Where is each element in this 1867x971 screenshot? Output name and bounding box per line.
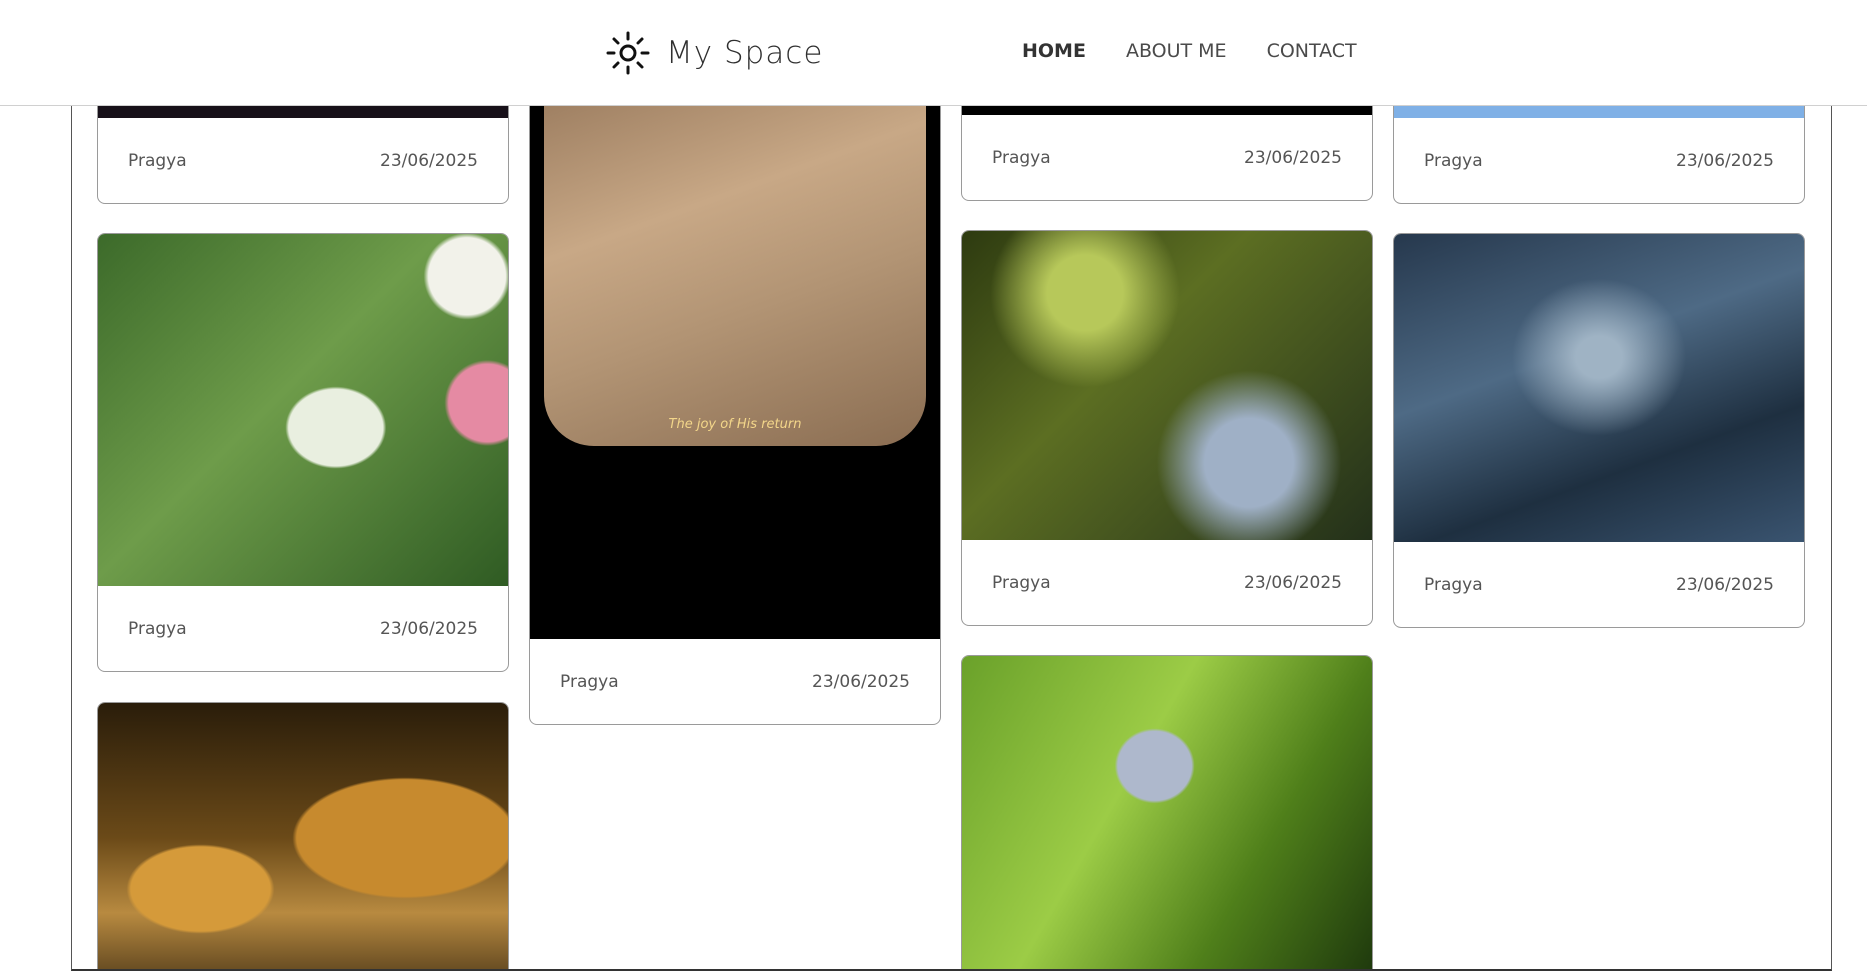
brand-link[interactable]: My Space: [605, 30, 823, 76]
card-meta: Pragya 23/06/2025: [962, 115, 1372, 200]
card-author: Pragya: [128, 618, 187, 639]
card-date: 23/06/2025: [380, 618, 478, 639]
card-author: Pragya: [992, 572, 1051, 593]
post-card[interactable]: [97, 702, 509, 969]
card-date: 23/06/2025: [812, 671, 910, 692]
post-card[interactable]: [961, 655, 1373, 969]
photo-caption: The joy of His return: [668, 417, 802, 432]
post-card[interactable]: Pragya 23/06/2025: [961, 105, 1373, 201]
card-date: 23/06/2025: [1244, 572, 1342, 593]
card-author: Pragya: [992, 147, 1051, 168]
post-card[interactable]: Pragya 23/06/2025: [1393, 233, 1805, 628]
nav-home[interactable]: HOME: [1022, 40, 1086, 62]
nav-about-me[interactable]: ABOUT ME: [1126, 40, 1227, 62]
card-meta: Pragya 23/06/2025: [962, 540, 1372, 625]
black-photo: [962, 105, 1372, 115]
card-meta: Pragya 23/06/2025: [98, 586, 508, 671]
card-author: Pragya: [128, 150, 187, 171]
gallery-grid: Pragya 23/06/2025 Pragya 23/06/2025 The …: [71, 105, 1832, 971]
brand-name: My Space: [666, 35, 824, 71]
card-meta: Pragya 23/06/2025: [1394, 542, 1804, 627]
card-author: Pragya: [1424, 574, 1483, 595]
butterfly-on-leaf-photo: [962, 656, 1372, 969]
post-card[interactable]: Pragya 23/06/2025: [961, 230, 1373, 626]
post-card[interactable]: Pragya 23/06/2025: [97, 233, 509, 672]
card-author: Pragya: [560, 671, 619, 692]
pastry-display-photo: [98, 703, 508, 969]
nav-contact[interactable]: CONTACT: [1267, 40, 1357, 62]
card-date: 23/06/2025: [1676, 150, 1774, 171]
card-meta: Pragya 23/06/2025: [530, 639, 940, 724]
dark-photo: [98, 105, 508, 118]
post-card[interactable]: The joy of His return Pragya 23/06/2025: [529, 105, 941, 725]
main-nav: HOME ABOUT ME CONTACT: [1022, 40, 1397, 62]
card-date: 23/06/2025: [1244, 147, 1342, 168]
joy-of-his-return-photo: The joy of His return: [530, 105, 940, 639]
card-date: 23/06/2025: [380, 150, 478, 171]
bee-on-daisy-photo: [98, 234, 508, 586]
photo-content: The joy of His return: [544, 105, 926, 446]
sun-icon: [606, 31, 650, 75]
card-date: 23/06/2025: [1676, 574, 1774, 595]
dragonfly-photo: [962, 231, 1372, 540]
card-author: Pragya: [1424, 150, 1483, 171]
card-meta: Pragya 23/06/2025: [98, 118, 508, 203]
sky-photo: [1394, 105, 1804, 118]
post-card[interactable]: Pragya 23/06/2025: [1393, 105, 1805, 204]
water-photo: [1394, 234, 1804, 542]
site-header: My Space HOME ABOUT ME CONTACT: [0, 0, 1867, 106]
card-meta: Pragya 23/06/2025: [1394, 118, 1804, 203]
post-card[interactable]: Pragya 23/06/2025: [97, 105, 509, 204]
